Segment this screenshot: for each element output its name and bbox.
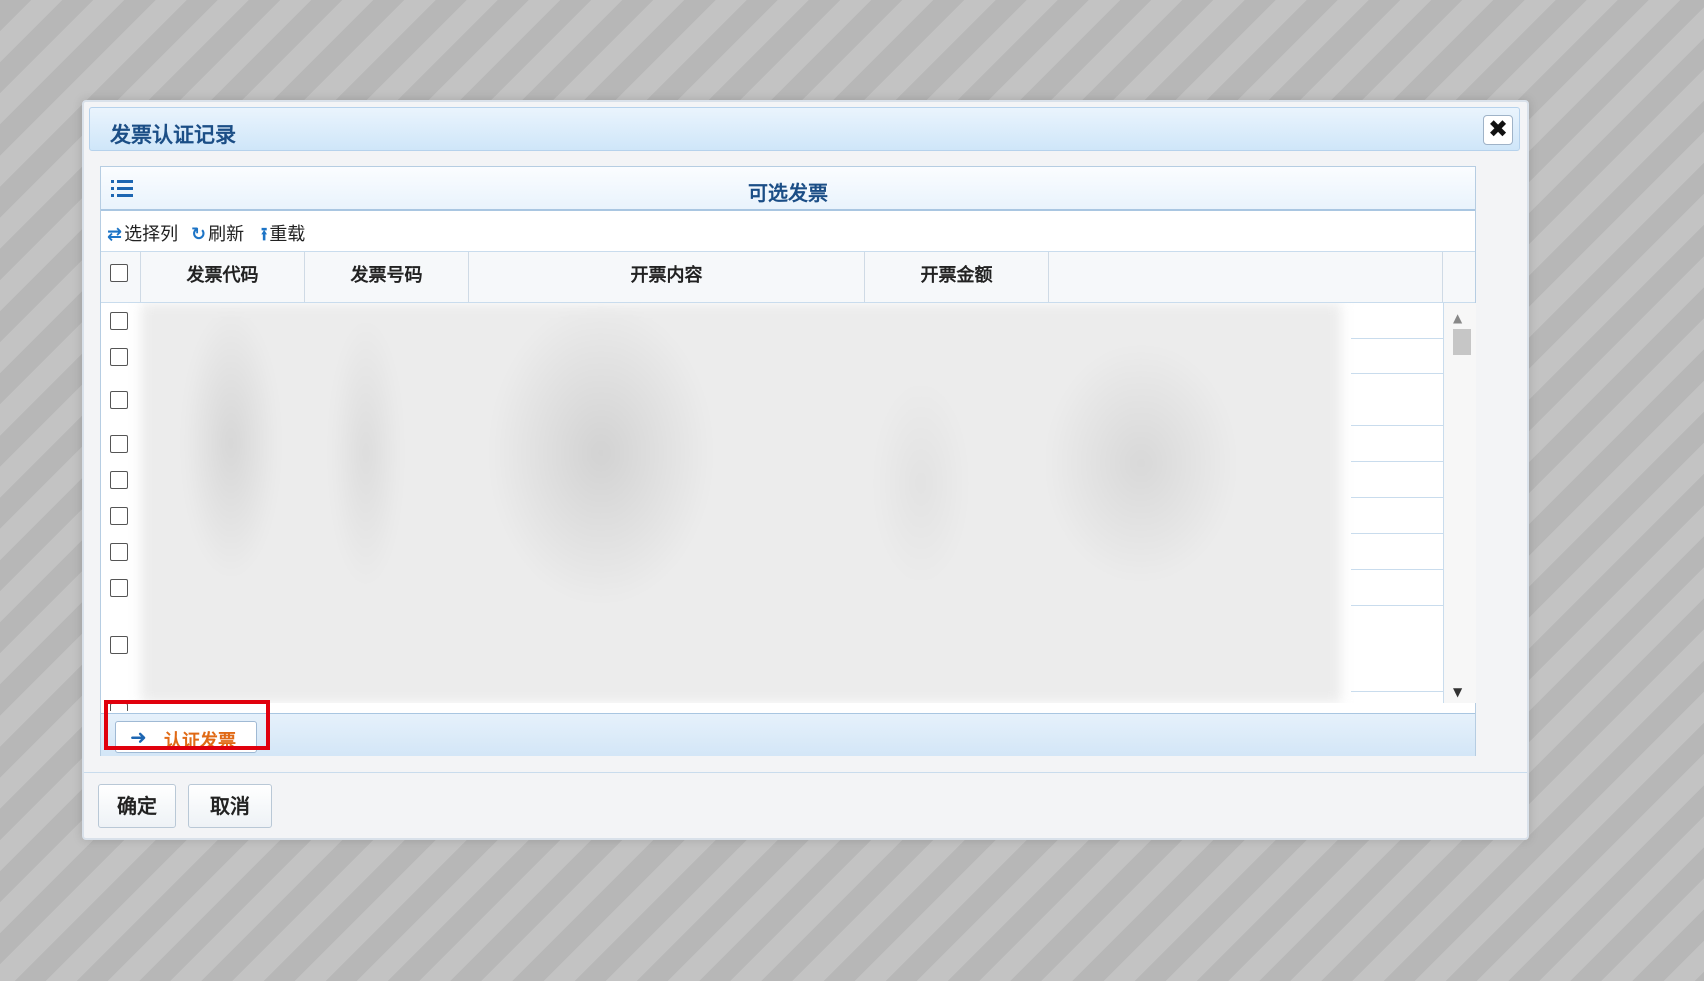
panel-header: 可选发票 <box>101 167 1475 211</box>
row-checkbox[interactable] <box>110 579 128 597</box>
row-divider <box>1351 461 1443 462</box>
row-checkbox[interactable] <box>110 391 128 409</box>
grid-toolbar: ⇄ 选择列 ↻ 刷新 ⭱ 重载 <box>101 211 1475 252</box>
select-all-checkbox[interactable] <box>110 264 128 282</box>
row-checkbox[interactable] <box>110 348 128 366</box>
scroll-down-icon[interactable]: ▼ <box>1453 685 1462 699</box>
column-header-amount[interactable]: 开票金额 <box>865 252 1049 302</box>
close-icon: ✖ <box>1487 115 1509 143</box>
invoice-verification-dialog: 发票认证记录 ✖ 可选发票 ⇄ 选择列 ↻ 刷新 ⭱ 重载 发票代码 发票号码 … <box>82 100 1529 840</box>
row-checkbox[interactable] <box>110 312 128 330</box>
refresh-icon: ↻ <box>191 224 207 245</box>
row-divider <box>1351 373 1443 374</box>
row-checkbox[interactable] <box>110 471 128 489</box>
ok-button[interactable]: 确定 <box>98 784 176 828</box>
reload-button[interactable]: ⭱ 重载 <box>261 220 305 252</box>
dialog-title-bar: 发票认证记录 ✖ <box>89 107 1520 151</box>
scroll-up-icon[interactable]: ▲ <box>1453 311 1462 325</box>
row-divider <box>1351 425 1443 426</box>
row-divider <box>1351 497 1443 498</box>
dialog-title: 发票认证记录 <box>110 123 236 147</box>
cancel-button[interactable]: 取消 <box>188 784 272 828</box>
grid-header: 发票代码 发票号码 开票内容 开票金额 <box>101 252 1475 303</box>
row-divider <box>1351 691 1443 692</box>
selectable-invoices-panel: 可选发票 ⇄选择列 ↻刷新 ⭱重载 发票代码 发票号码 开票内容 开票金额 <box>100 166 1476 756</box>
row-checkbox[interactable] <box>110 636 128 654</box>
row-divider <box>1351 605 1443 606</box>
row-divider <box>1351 569 1443 570</box>
row-divider <box>1351 338 1443 339</box>
swap-icon: ⇄ <box>107 224 123 245</box>
close-button[interactable]: ✖ <box>1483 115 1513 145</box>
partially-visible-row <box>101 703 1443 711</box>
row-checkbox[interactable] <box>110 543 128 561</box>
row-checkbox[interactable] <box>110 507 128 525</box>
select-all-cell <box>101 252 141 302</box>
upload-icon: ⭱ <box>261 224 268 245</box>
column-header-content[interactable]: 开票内容 <box>469 252 865 302</box>
blurred-rows <box>141 303 1341 703</box>
column-header-extra[interactable] <box>1049 252 1443 302</box>
row-divider <box>1351 533 1443 534</box>
scroll-thumb[interactable] <box>1453 329 1471 355</box>
footer-divider <box>84 772 1527 773</box>
refresh-button[interactable]: ↻ 刷新 <box>191 220 244 246</box>
panel-footer: ➜ 认证发票 <box>101 713 1475 756</box>
column-header-invoice-number[interactable]: 发票号码 <box>305 252 469 302</box>
choose-columns-button[interactable]: ⇄ 选择列 <box>107 220 178 246</box>
grid-body <box>101 303 1443 703</box>
highlight-box <box>104 700 270 750</box>
panel-title: 可选发票 <box>748 181 828 205</box>
vertical-scrollbar[interactable]: ▲ ▼ <box>1443 303 1476 703</box>
column-header-invoice-code[interactable]: 发票代码 <box>141 252 305 302</box>
row-checkbox[interactable] <box>110 435 128 453</box>
